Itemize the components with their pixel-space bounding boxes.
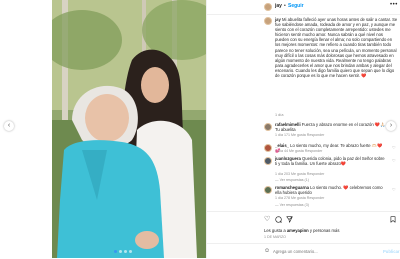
author-avatar[interactable] [264, 3, 272, 11]
carousel-dot [119, 250, 122, 253]
commenter-avatar[interactable] [264, 157, 272, 165]
commenter-avatar[interactable] [264, 123, 272, 131]
likes-summary[interactable]: Les gusta a ameyapinn y personas más [264, 228, 398, 233]
comment-meta[interactable]: 1 día 171 Me gusta Responder [275, 133, 324, 137]
like-comment-heart-icon[interactable]: ♡ [392, 158, 396, 163]
carousel-dots [114, 250, 144, 254]
emoji-icon[interactable]: ☺ [264, 248, 270, 254]
commenter-avatar[interactable] [264, 186, 272, 194]
comment-text: juanlozguera Querida colonia, pido la pa… [275, 156, 387, 166]
carousel-dot [124, 250, 127, 253]
caption-avatar[interactable] [264, 17, 272, 25]
likes-prefix: Les gusta a [264, 228, 286, 233]
comment-text: rafaelmimelli Fuerza y abrazo enorme en … [275, 122, 387, 132]
caption-text: jay Mi abuelita falleció ayer unas horas… [275, 17, 398, 78]
share-send-icon[interactable] [286, 216, 293, 225]
post-details-panel: jay • Seguir ••• jay Mi abuelita falleci… [206, 0, 400, 258]
likes-user[interactable]: ameyapinn [287, 228, 309, 233]
action-bar: ♡ [207, 211, 400, 226]
post-header: jay • Seguir ••• [207, 0, 400, 15]
likes-suffix: y personas más [309, 228, 340, 233]
comment-bubble-icon[interactable] [275, 216, 282, 225]
view-replies-link[interactable]: — Ver respuestas (3) [275, 203, 309, 207]
add-comment-bar: ☺ Publicar [207, 243, 400, 259]
comment-meta[interactable]: 1 día 44 Me gusta Responder [275, 149, 322, 153]
like-comment-heart-icon[interactable]: ♡ [392, 145, 396, 150]
more-options-icon[interactable]: ••• [390, 2, 398, 8]
like-comment-heart-icon[interactable]: ♡ [392, 187, 396, 192]
add-comment-input[interactable] [273, 249, 373, 254]
carousel-dot-active [114, 250, 117, 253]
caption-timestamp: 1 día [275, 113, 284, 117]
carousel-dot [129, 250, 132, 253]
previous-post-button[interactable]: ‹ [4, 121, 14, 131]
comment-item: juanlozguera Querida colonia, pido la pa… [264, 156, 398, 180]
bookmark-icon[interactable] [390, 216, 396, 225]
post-date: 1 DE MARZO [264, 235, 286, 239]
header-separator: • [284, 3, 286, 9]
next-post-button[interactable]: › [386, 121, 396, 131]
view-replies-link[interactable]: — Ver respuestas (1) [275, 178, 309, 182]
comment-text: romancheguarna Lo siento mucho. ❤️ celeb… [275, 185, 387, 195]
comment-meta[interactable]: 1 día 278 Me gusta Responder [275, 196, 324, 200]
commenter-avatar[interactable] [264, 144, 272, 152]
post-photo[interactable] [52, 0, 206, 258]
author-username[interactable]: jay [275, 3, 282, 9]
photo-illustration [52, 0, 206, 258]
caption-body: Mi abuelita falleció ayer unas horas ant… [275, 17, 398, 79]
publish-button[interactable]: Publicar [383, 249, 400, 254]
like-heart-icon[interactable]: ♡ [264, 216, 270, 223]
comment-meta[interactable]: 1 día 203 Me gusta Responder [275, 172, 324, 176]
follow-button[interactable]: Seguir [288, 3, 304, 9]
